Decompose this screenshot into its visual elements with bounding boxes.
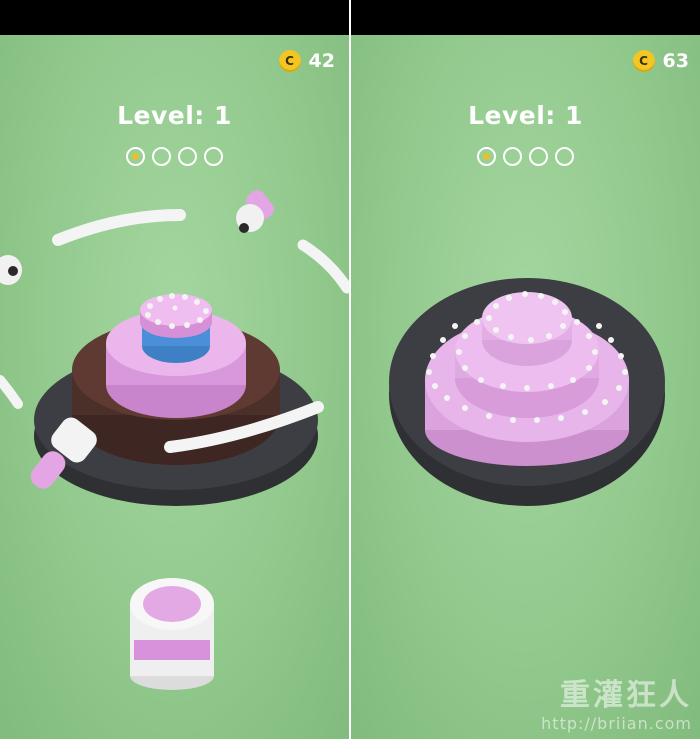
progress-dot <box>477 147 496 166</box>
piping-nozzle-icon <box>0 255 22 285</box>
progress-dot <box>555 147 574 166</box>
watermark: 重灌狂人 http://briian.com <box>541 670 692 733</box>
watermark-title: 重灌狂人 <box>560 678 692 713</box>
progress-dot <box>204 147 223 166</box>
piping-nozzle-icon <box>236 190 274 233</box>
level-title: Level: 1 <box>117 101 232 130</box>
progress-dot <box>126 147 145 166</box>
right-game-screen[interactable]: C 63 Level: 1 重灌狂人 http://briian.com <box>351 0 700 739</box>
icing-dispenser[interactable] <box>130 578 214 690</box>
level-progress <box>351 147 700 166</box>
cake-tier-top <box>482 292 572 344</box>
progress-dot <box>178 147 197 166</box>
coin-count: 63 <box>662 50 689 72</box>
rotating-ring-segment <box>52 209 186 246</box>
progress-dot <box>529 147 548 166</box>
watermark-url: http://briian.com <box>541 714 692 733</box>
rotating-ring-segment <box>0 375 23 409</box>
coin-icon: C <box>632 50 655 72</box>
rotating-ring-segment <box>297 239 349 294</box>
coin-counter: C 63 <box>632 50 689 72</box>
progress-dot <box>503 147 522 166</box>
coin-count: 42 <box>308 50 335 72</box>
level-progress <box>0 147 349 166</box>
level-title: Level: 1 <box>468 101 583 130</box>
coin-counter: C 42 <box>278 50 335 72</box>
coin-icon: C <box>278 50 301 72</box>
progress-dot <box>152 147 171 166</box>
left-game-screen[interactable]: C 42 Level: 1 <box>0 0 349 739</box>
